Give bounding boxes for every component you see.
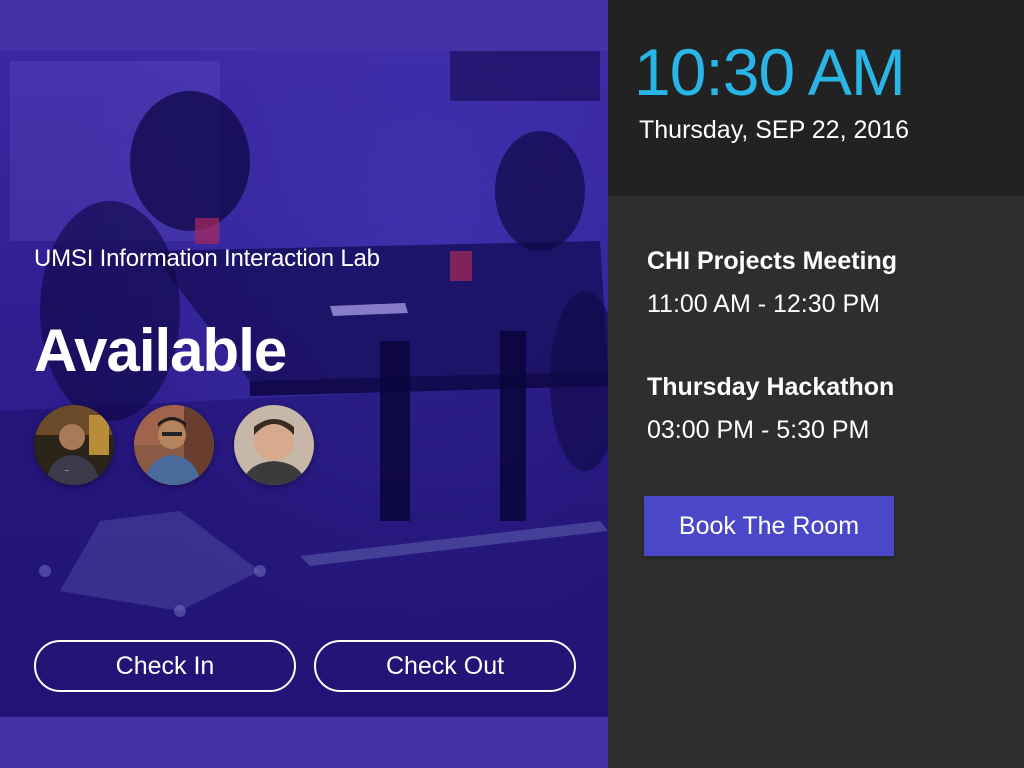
check-out-button[interactable]: Check Out <box>314 640 576 692</box>
event-time: 11:00 AM - 12:30 PM <box>647 290 880 318</box>
room-display-screen: UMSI Information Interaction Lab Availab… <box>0 0 1024 768</box>
schedule-event[interactable]: CHI Projects Meeting 11:00 AM - 12:30 PM <box>647 247 897 319</box>
clock-header: 10:30 AM Thursday, SEP 22, 2016 <box>608 0 1024 196</box>
book-room-button[interactable]: Book The Room <box>644 496 894 556</box>
check-in-button[interactable]: Check In <box>34 640 296 692</box>
person-avatar-icon: ~ <box>34 405 114 485</box>
avatar[interactable]: ~ <box>34 405 114 485</box>
person-avatar-icon <box>134 405 214 485</box>
schedule-event[interactable]: Thursday Hackathon 03:00 PM - 5:30 PM <box>647 373 894 445</box>
room-status-panel: UMSI Information Interaction Lab Availab… <box>0 0 608 768</box>
event-title: CHI Projects Meeting <box>647 247 898 275</box>
room-availability-status: Available <box>34 317 287 384</box>
room-name: UMSI Information Interaction Lab <box>34 245 380 272</box>
event-title: Thursday Hackathon <box>647 373 895 401</box>
current-date: Thursday, SEP 22, 2016 <box>639 116 910 144</box>
avatar[interactable] <box>134 405 214 485</box>
attendee-avatars: ~ <box>34 405 314 485</box>
current-time: 10:30 AM <box>634 35 906 109</box>
avatar[interactable] <box>234 405 314 485</box>
person-avatar-icon <box>234 405 314 485</box>
event-time: 03:00 PM - 5:30 PM <box>647 416 870 444</box>
svg-text:~: ~ <box>64 467 70 475</box>
schedule-panel: 10:30 AM Thursday, SEP 22, 2016 CHI Proj… <box>608 0 1024 768</box>
